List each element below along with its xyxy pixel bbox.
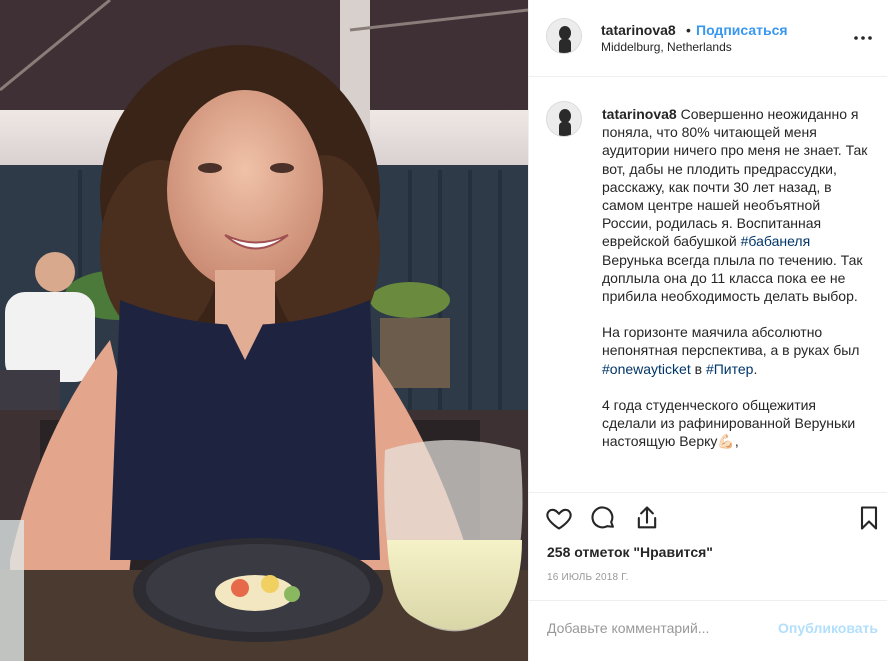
avatar[interactable] [546, 18, 582, 54]
publish-button[interactable]: Опубликовать [778, 620, 878, 636]
caption-text-segment: в [690, 360, 706, 377]
caption-text: tatarinova8 Совершенно неожиданно я поня… [602, 105, 874, 468]
caption-text-segment: . [753, 360, 758, 377]
bookmark-icon[interactable] [855, 504, 883, 532]
likes-count[interactable]: 258 отметок "Нравится" [547, 544, 713, 560]
caption-username[interactable]: tatarinova8 [602, 106, 677, 122]
caption-section: tatarinova8 Совершенно неожиданно я поня… [529, 78, 887, 492]
follow-button[interactable]: Подписаться [696, 22, 788, 38]
caption-paragraph-2: На горизонте маячила абсолютно непонятна… [602, 323, 874, 378]
profile-picture [547, 102, 581, 136]
comment-icon[interactable] [589, 504, 617, 532]
post-photo[interactable] [0, 0, 528, 661]
comment-input[interactable] [547, 614, 767, 642]
more-options-icon[interactable] [851, 26, 875, 50]
username-link[interactable]: tatarinova8 [601, 22, 676, 38]
heart-icon[interactable] [545, 504, 573, 532]
caption-avatar[interactable] [546, 101, 582, 137]
post-image [0, 0, 528, 661]
share-icon[interactable] [633, 504, 661, 532]
caption-text-segment: Верунька всегда плыла по течению. Так до… [602, 251, 863, 305]
hashtag-link[interactable]: #бабанеля [741, 233, 811, 249]
caption-paragraph-1: tatarinova8 Совершенно неожиданно я поня… [602, 105, 874, 305]
caption-text-segment: Совершенно неожиданно я поняла, что 80% … [602, 106, 868, 250]
post-header: tatarinova8 • Подписаться Middelburg, Ne… [529, 0, 887, 77]
caption-text-segment: На горизонте маячила абсолютно непонятна… [602, 324, 860, 359]
hashtag-link[interactable]: #onewayticket [602, 361, 691, 377]
hashtag-link[interactable]: #Питер [706, 361, 754, 377]
location-link[interactable]: Middelburg, Netherlands [601, 40, 732, 54]
post-details-panel: tatarinova8 • Подписаться Middelburg, Ne… [528, 0, 887, 661]
comment-form: Опубликовать [529, 600, 887, 656]
profile-picture [547, 19, 581, 53]
separator-dot: • [686, 22, 691, 38]
caption-text-segment: 4 года студенческого общежития сделали и… [602, 396, 856, 450]
post-date[interactable]: 16 ИЮЛЬ 2018 Г. [547, 572, 629, 583]
caption-paragraph-3: 4 года студенческого общежития сделали и… [602, 396, 874, 451]
